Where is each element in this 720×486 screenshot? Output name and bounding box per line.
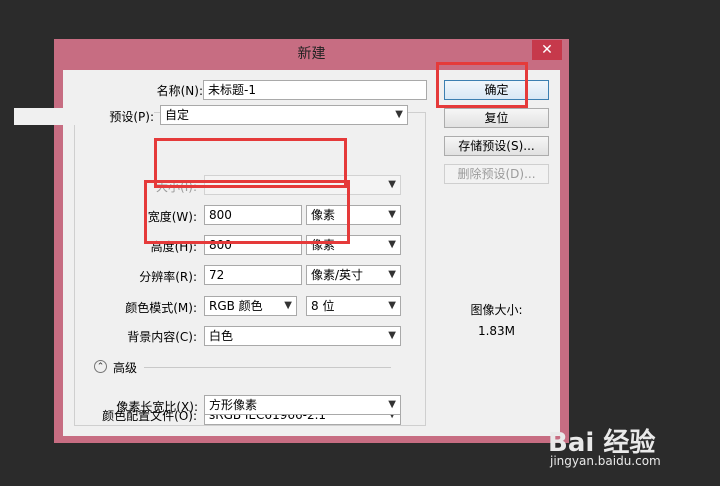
color-mode-select[interactable]: RGB 颜色 ▼ [204,296,297,316]
preset-label: 预设(P): [14,108,154,125]
reset-button[interactable]: 复位 [444,108,549,128]
preset-select[interactable]: 自定 ▼ [160,105,408,125]
image-size-label: 图像大小: [470,303,523,317]
color-mode-label: 颜色模式(M): [125,301,197,315]
advanced-divider [144,367,391,368]
close-icon[interactable]: ✕ [532,40,562,60]
background-value: 白色 [209,329,234,343]
background-select[interactable]: 白色 ▼ [204,326,401,346]
chevron-down-icon: ▼ [388,300,396,311]
chevron-down-icon: ▼ [388,239,396,250]
chevron-down-icon: ▼ [388,209,396,220]
preset-value: 自定 [165,108,190,122]
pixel-aspect-select[interactable]: 方形像素 ▼ [204,395,401,415]
bit-depth-select[interactable]: 8 位 ▼ [306,296,401,316]
dialog-client-area: 名称(N): 未标题-1 预设(P): 自定 ▼ 大小(I): ▼ 宽度(W):… [14,70,560,436]
pixel-aspect-label: 像素长宽比(X): [116,400,198,414]
name-label: 名称(N): [156,84,203,98]
resolution-unit-select[interactable]: 像素/英寸 ▼ [306,265,401,285]
chevron-down-icon: ▼ [388,179,396,190]
annotation-box-ok [436,62,528,108]
annotation-box-height-resolution [144,180,350,244]
resolution-input[interactable]: 72 [204,265,302,285]
color-mode-value: RGB 颜色 [209,299,263,313]
resolution-label: 分辨率(R): [139,270,197,284]
chevron-down-icon: ▼ [388,399,396,410]
chevron-down-icon: ▼ [388,330,396,341]
bit-depth-value: 8 位 [311,299,335,313]
save-preset-button[interactable]: 存储预设(S)... [444,136,549,156]
collapse-advanced-icon[interactable]: ⌃ [94,360,107,373]
watermark-url: jingyan.baidu.com [550,454,661,468]
image-size-value: 1.83M [477,324,516,338]
advanced-label: 高级 [113,361,138,375]
chevron-down-icon: ▼ [284,300,292,311]
background-label: 背景内容(C): [127,330,197,344]
delete-preset-button: 删除预设(D)... [444,164,549,184]
pixel-aspect-value: 方形像素 [209,398,258,412]
chevron-down-icon: ▼ [388,269,396,280]
name-input[interactable]: 未标题-1 [203,80,427,100]
resolution-unit-value: 像素/英寸 [311,268,364,282]
chevron-down-icon: ▼ [395,109,403,120]
